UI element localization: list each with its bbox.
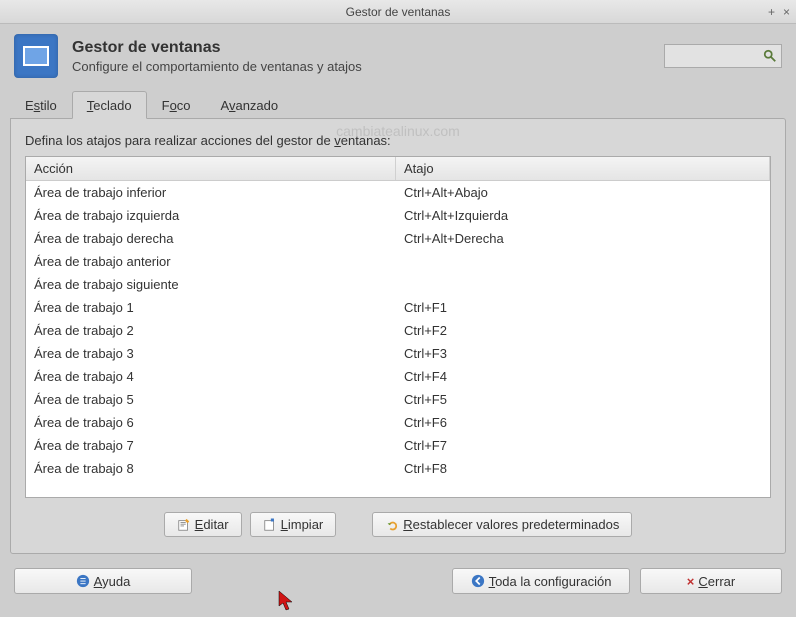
cell-shortcut [396, 253, 770, 270]
cell-action: Área de trabajo siguiente [26, 276, 396, 293]
table-row[interactable]: Área de trabajo siguiente [26, 273, 770, 296]
column-header-action[interactable]: Acción [26, 157, 396, 180]
table-row[interactable]: Área de trabajo 6Ctrl+F6 [26, 411, 770, 434]
tab-teclado[interactable]: Teclado [72, 91, 147, 119]
cell-action: Área de trabajo 8 [26, 460, 396, 477]
instruction-text: Defina los atajos para realizar acciones… [25, 133, 771, 148]
cell-shortcut: Ctrl+Alt+Izquierda [396, 207, 770, 224]
cell-shortcut: Ctrl+Alt+Abajo [396, 184, 770, 201]
cell-shortcut [396, 276, 770, 293]
tab-foco[interactable]: Foco [147, 91, 206, 118]
table-row[interactable]: Área de trabajo 5Ctrl+F5 [26, 388, 770, 411]
table-row[interactable]: Área de trabajo 8Ctrl+F8 [26, 457, 770, 480]
tab-panel: cambiatealinux.com Defina los atajos par… [10, 118, 786, 554]
tab-avanzado[interactable]: Avanzado [206, 91, 294, 118]
cell-shortcut: Ctrl+F7 [396, 437, 770, 454]
cell-action: Área de trabajo 7 [26, 437, 396, 454]
cell-shortcut: Ctrl+F6 [396, 414, 770, 431]
cell-shortcut: Ctrl+F8 [396, 460, 770, 477]
table-row[interactable]: Área de trabajo 1Ctrl+F1 [26, 296, 770, 319]
tab-estilo[interactable]: Estilo [10, 91, 72, 118]
table-row[interactable]: Área de trabajo 2Ctrl+F2 [26, 319, 770, 342]
table-row[interactable]: Área de trabajo anterior [26, 250, 770, 273]
window-title: Gestor de ventanas [346, 5, 451, 19]
page-title: Gestor de ventanas [72, 39, 650, 57]
cell-action: Área de trabajo anterior [26, 253, 396, 270]
titlebar: Gestor de ventanas + × [0, 0, 796, 24]
footer: Ayuda Toda la configuración × Cerrar [0, 564, 796, 604]
edit-icon [177, 518, 191, 532]
header: Gestor de ventanas Configure el comporta… [0, 24, 796, 84]
table-row[interactable]: Área de trabajo derechaCtrl+Alt+Derecha [26, 227, 770, 250]
cell-action: Área de trabajo derecha [26, 230, 396, 247]
close-button[interactable]: × Cerrar [640, 568, 782, 594]
table-row[interactable]: Área de trabajo inferiorCtrl+Alt+Abajo [26, 181, 770, 204]
clear-icon [263, 518, 277, 532]
column-header-shortcut[interactable]: Atajo [396, 157, 770, 180]
close-x-icon: × [687, 574, 695, 589]
all-settings-button[interactable]: Toda la configuración [452, 568, 630, 594]
close-icon[interactable]: × [783, 5, 790, 19]
cell-shortcut: Ctrl+F2 [396, 322, 770, 339]
table-row[interactable]: Área de trabajo izquierdaCtrl+Alt+Izquie… [26, 204, 770, 227]
search-icon [763, 49, 777, 63]
back-icon [471, 574, 485, 588]
reset-defaults-button[interactable]: Restablecer valores predeterminados [372, 512, 632, 537]
tab-bar: Estilo Teclado Foco Avanzado [10, 90, 786, 118]
help-button[interactable]: Ayuda [14, 568, 192, 594]
cell-action: Área de trabajo 3 [26, 345, 396, 362]
cell-action: Área de trabajo 1 [26, 299, 396, 316]
page-subtitle: Configure el comportamiento de ventanas … [72, 59, 650, 74]
minimize-icon[interactable]: + [768, 5, 775, 19]
cell-shortcut: Ctrl+Alt+Derecha [396, 230, 770, 247]
cell-shortcut: Ctrl+F5 [396, 391, 770, 408]
undo-icon [385, 518, 399, 532]
cell-action: Área de trabajo izquierda [26, 207, 396, 224]
cell-action: Área de trabajo 6 [26, 414, 396, 431]
window-manager-icon [14, 34, 58, 78]
cell-action: Área de trabajo 2 [26, 322, 396, 339]
edit-button[interactable]: Editar [164, 512, 242, 537]
help-icon [76, 574, 90, 588]
cell-shortcut: Ctrl+F1 [396, 299, 770, 316]
table-row[interactable]: Área de trabajo 3Ctrl+F3 [26, 342, 770, 365]
table-row[interactable]: Área de trabajo 4Ctrl+F4 [26, 365, 770, 388]
cell-action: Área de trabajo inferior [26, 184, 396, 201]
cell-shortcut: Ctrl+F3 [396, 345, 770, 362]
cell-action: Área de trabajo 4 [26, 368, 396, 385]
shortcuts-table[interactable]: Acción Atajo Área de trabajo inferiorCtr… [25, 156, 771, 498]
table-row[interactable]: Área de trabajo 7Ctrl+F7 [26, 434, 770, 457]
cell-action: Área de trabajo 5 [26, 391, 396, 408]
clear-button[interactable]: Limpiar [250, 512, 337, 537]
cell-shortcut: Ctrl+F4 [396, 368, 770, 385]
search-input[interactable] [664, 44, 782, 68]
